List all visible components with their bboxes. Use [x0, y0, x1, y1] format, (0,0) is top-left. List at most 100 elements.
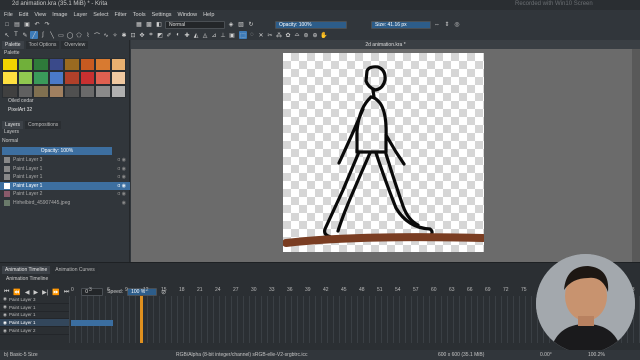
layer-row-selected[interactable]: Paint Layer 1 α ◉: [0, 181, 130, 190]
layer-visible-icon[interactable]: ◉: [3, 304, 7, 310]
palette-swatch[interactable]: [17, 71, 33, 85]
pattern-icon[interactable]: ▩: [145, 21, 153, 29]
palette-swatch[interactable]: [33, 84, 49, 98]
mirror-horizontal-icon[interactable]: ⇔: [433, 21, 441, 29]
keyframe-block[interactable]: [71, 320, 113, 326]
tab-overview[interactable]: Overview: [61, 40, 89, 49]
palette-pixelart[interactable]: PixelArt 32: [0, 107, 130, 115]
layer-row[interactable]: Paint Layer 1 α ◉: [0, 173, 130, 182]
zoom-tool-icon[interactable]: ⊕: [311, 31, 319, 39]
next-frame-icon[interactable]: ▶|: [42, 289, 48, 296]
first-frame-icon[interactable]: ⏮: [4, 289, 9, 296]
status-zoom[interactable]: 100.2%: [588, 352, 605, 358]
palette-swatch[interactable]: [110, 84, 126, 98]
tab-layers[interactable]: Layers: [2, 120, 24, 129]
enclose-fill-icon[interactable]: ◬: [201, 31, 209, 39]
menu-view[interactable]: View: [34, 12, 46, 18]
layer-row[interactable]: Paint Layer 3 α ◉: [0, 156, 130, 165]
layer-flags-icon[interactable]: α ◉: [117, 174, 126, 180]
layer-row[interactable]: Paint Layer 2 α ◉: [0, 190, 130, 199]
reference-tool-icon[interactable]: ▣: [228, 31, 236, 39]
redo-icon[interactable]: ↷: [43, 21, 51, 29]
preserve-alpha-icon[interactable]: ▧: [237, 21, 245, 29]
palette-swatch[interactable]: [110, 58, 126, 72]
opacity-slider[interactable]: Opacity: 100%: [275, 20, 347, 29]
menu-edit[interactable]: Edit: [19, 12, 28, 18]
tab-animation-curves[interactable]: Animation Curves: [52, 266, 98, 274]
size-slider[interactable]: Size: 41.16 px: [371, 20, 431, 29]
dynamic-brush-icon[interactable]: ✧: [111, 31, 119, 39]
fill-tool-icon[interactable]: ◭: [192, 31, 200, 39]
palette-swatch[interactable]: [95, 84, 111, 98]
rectangle-tool-icon[interactable]: ▭: [57, 31, 65, 39]
menu-filter[interactable]: Filter: [115, 12, 127, 18]
palette-swatch[interactable]: [95, 58, 111, 72]
save-icon[interactable]: ▣: [23, 21, 31, 29]
calligraphy-icon[interactable]: ∫: [39, 31, 47, 39]
undo-icon[interactable]: ↶: [33, 21, 41, 29]
wrap-around-icon[interactable]: ◎: [453, 21, 461, 29]
palette-swatch[interactable]: [110, 71, 126, 85]
new-document-icon[interactable]: □: [3, 21, 11, 29]
menu-layer[interactable]: Layer: [73, 12, 87, 18]
tab-palette[interactable]: Palette: [2, 40, 24, 49]
timeline-layer-row[interactable]: ◉ Paint Layer 2: [0, 327, 69, 335]
similar-select-icon[interactable]: ✿: [284, 31, 292, 39]
layer-flags-icon[interactable]: α ◉: [117, 157, 126, 163]
vertical-scrollbar[interactable]: [632, 49, 640, 262]
measure-tool-icon[interactable]: ⊥: [219, 31, 227, 39]
smart-patch-icon[interactable]: ✚: [183, 31, 191, 39]
palette-swatch[interactable]: [2, 84, 18, 98]
multibrush-icon[interactable]: ✱: [120, 31, 128, 39]
prev-keyframe-icon[interactable]: ⏪: [13, 289, 20, 296]
freehand-select-icon[interactable]: ✂: [266, 31, 274, 39]
freehand-path-icon[interactable]: ∿: [102, 31, 110, 39]
timeline-layer-row-selected[interactable]: ◉ Paint Layer 1: [0, 319, 69, 328]
polygon-select-icon[interactable]: ✕: [257, 31, 265, 39]
palette-oiled-cedar[interactable]: Oiled cedar: [0, 98, 130, 106]
timeline-layer-row[interactable]: ◉ Paint Layer 3: [0, 296, 69, 304]
pan-tool-icon[interactable]: ✋: [320, 31, 328, 39]
palette-swatch[interactable]: [33, 71, 49, 85]
polygon-tool-icon[interactable]: ⬠: [75, 31, 83, 39]
colorize-mask-icon[interactable]: ◐: [174, 31, 182, 39]
menu-image[interactable]: Image: [52, 12, 67, 18]
blend-mode-select[interactable]: Normal: [165, 20, 225, 29]
menu-help[interactable]: Help: [203, 12, 214, 18]
canvas[interactable]: [282, 53, 487, 252]
timeline-layer-row[interactable]: ◉ Paint Layer 1: [0, 304, 69, 312]
eraser-mode-icon[interactable]: ◈: [227, 21, 235, 29]
palette-swatch[interactable]: [17, 58, 33, 72]
ellipse-select-icon[interactable]: ◌: [248, 31, 256, 39]
palette-swatch[interactable]: [33, 58, 49, 72]
layer-visible-icon[interactable]: ◉: [3, 328, 7, 334]
palette-swatch[interactable]: [64, 71, 80, 85]
layer-row[interactable]: Hirhelbird_45907445.jpeg ◉: [0, 199, 130, 208]
palette-swatch[interactable]: [2, 58, 18, 72]
document-tab[interactable]: 2d animation.kra *: [131, 40, 640, 49]
color-picker-icon[interactable]: ✐: [165, 31, 173, 39]
palette-swatch[interactable]: [64, 84, 80, 98]
layer-visible-icon[interactable]: ◉: [3, 312, 7, 318]
timeline-layer-row[interactable]: ◉ Paint Layer 1: [0, 312, 69, 320]
magnetic-select-icon[interactable]: ⊛: [302, 31, 310, 39]
ellipse-tool-icon[interactable]: ◯: [66, 31, 74, 39]
layer-flags-icon[interactable]: α ◉: [117, 183, 126, 189]
next-keyframe-icon[interactable]: ⏩: [52, 289, 59, 296]
menu-select[interactable]: Select: [93, 12, 108, 18]
bezier-tool-icon[interactable]: ⌒: [93, 31, 101, 40]
select-shapes-icon[interactable]: ↖: [3, 31, 11, 39]
text-tool-icon[interactable]: T: [12, 31, 20, 39]
gradient-icon[interactable]: ◧: [155, 21, 163, 29]
brush-preset-icon[interactable]: ▦: [135, 21, 143, 29]
palette-swatch[interactable]: [48, 58, 64, 72]
crop-tool-icon[interactable]: ⌗: [147, 31, 155, 39]
palette-swatch[interactable]: [2, 71, 18, 85]
open-icon[interactable]: ▤: [13, 21, 21, 29]
layer-visible-icon[interactable]: ◉: [3, 296, 7, 302]
layer-blend-mode[interactable]: Normal: [0, 138, 130, 146]
assistant-tool-icon[interactable]: ⊿: [210, 31, 218, 39]
freehand-brush-icon[interactable]: ╱: [30, 31, 38, 39]
layer-flags-icon[interactable]: ◉: [122, 200, 126, 206]
edit-shapes-icon[interactable]: ✎: [21, 31, 29, 39]
